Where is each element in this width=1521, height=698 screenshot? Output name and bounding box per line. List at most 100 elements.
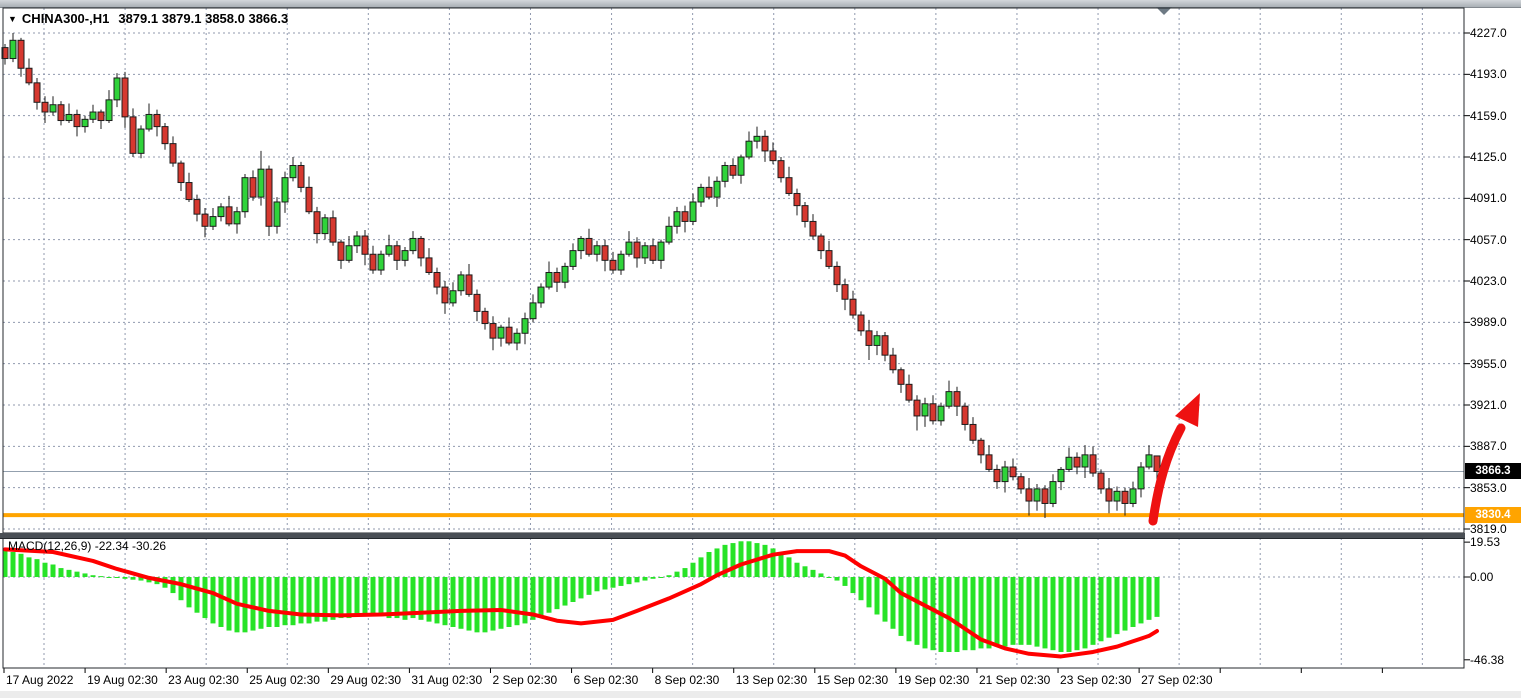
candle-body xyxy=(786,178,792,194)
candle-body xyxy=(738,157,744,175)
macd-bar xyxy=(179,577,184,600)
candle-body xyxy=(434,272,440,287)
candle-body xyxy=(922,404,928,416)
macd-bar xyxy=(75,572,80,577)
candle-body xyxy=(90,112,96,119)
macd-bar xyxy=(651,577,656,579)
candle-body xyxy=(314,212,320,234)
candle-body xyxy=(986,455,992,470)
candle-body xyxy=(186,183,192,200)
macd-bar xyxy=(51,565,56,577)
candle-body xyxy=(482,311,488,323)
macd-axis-label: 19.53 xyxy=(1470,535,1500,549)
candle-body xyxy=(522,319,528,334)
candle-body xyxy=(10,40,16,58)
candle-body xyxy=(130,117,136,153)
candle-body xyxy=(626,242,632,254)
macd-bar xyxy=(731,543,736,577)
macd-bar xyxy=(435,577,440,623)
candle-body xyxy=(698,187,704,202)
candle-body xyxy=(474,294,480,311)
macd-bar xyxy=(1147,577,1152,620)
candle-body xyxy=(610,260,616,270)
macd-bar xyxy=(115,577,120,578)
candle-body xyxy=(1050,482,1056,504)
candle-body xyxy=(586,238,592,254)
price-axis-label: 3853.0 xyxy=(1470,481,1507,495)
price-axis-label: 4159.0 xyxy=(1470,109,1507,123)
candle-body xyxy=(746,141,752,157)
macd-bar xyxy=(1043,577,1048,648)
symbol-period-label: CHINA300-,H1 xyxy=(22,11,109,26)
candle-body xyxy=(1098,473,1104,489)
candle-body xyxy=(1154,456,1160,472)
candle-body xyxy=(770,151,776,161)
candle-body xyxy=(1090,455,1096,473)
candle-body xyxy=(66,114,72,120)
panel-splitter[interactable] xyxy=(0,533,1465,539)
macd-bar xyxy=(99,576,104,577)
support-line-price-badge: 3830.4 xyxy=(1465,507,1521,523)
candle-body xyxy=(1114,491,1120,501)
candle-body xyxy=(562,266,568,282)
candle-body xyxy=(906,384,912,400)
candle-body xyxy=(858,315,864,331)
candle-body xyxy=(722,166,728,182)
time-axis-label: 29 Aug 02:30 xyxy=(330,673,401,687)
candle-body xyxy=(266,169,272,226)
macd-bar xyxy=(379,577,384,616)
macd-bar xyxy=(1123,577,1128,631)
time-axis-label: 23 Aug 02:30 xyxy=(168,673,239,687)
candle-body xyxy=(346,246,352,261)
macd-bar xyxy=(67,570,72,577)
macd-bar xyxy=(35,559,40,577)
candle-body xyxy=(98,112,104,121)
ohlc-values-label: 3879.1 3879.1 3858.0 3866.3 xyxy=(118,11,288,26)
candle-body xyxy=(882,336,888,355)
macd-bar xyxy=(59,568,64,577)
macd-bar xyxy=(507,577,512,627)
macd-bar xyxy=(987,577,992,648)
macd-bar xyxy=(275,577,280,627)
macd-bar xyxy=(203,577,208,618)
macd-bar xyxy=(643,577,648,581)
candle-body xyxy=(554,272,560,282)
macd-bar xyxy=(187,577,192,607)
candle-body xyxy=(602,246,608,261)
chart-canvas[interactable] xyxy=(0,0,1521,698)
macd-bar xyxy=(483,577,488,632)
macd-bar xyxy=(635,577,640,582)
price-axis-label: 4057.0 xyxy=(1470,233,1507,247)
macd-bar xyxy=(659,577,664,578)
price-axis-label: 4125.0 xyxy=(1470,150,1507,164)
candle-body xyxy=(226,207,232,224)
candle-body xyxy=(42,102,48,112)
candle-body xyxy=(34,83,40,102)
candle-body xyxy=(26,68,32,83)
macd-bar xyxy=(739,541,744,577)
candle-body xyxy=(1034,489,1040,501)
macd-bar xyxy=(1131,577,1136,627)
price-axis-label: 4193.0 xyxy=(1470,67,1507,81)
candle-body xyxy=(1146,455,1152,467)
price-axis-label: 3955.0 xyxy=(1470,357,1507,371)
macd-bar xyxy=(667,575,672,577)
macd-bar xyxy=(1139,577,1144,623)
candle-body xyxy=(338,242,344,260)
candle-body xyxy=(810,221,816,236)
macd-bar xyxy=(131,577,136,580)
symbol-dropdown-icon[interactable]: ▼ xyxy=(8,14,17,24)
candle-body xyxy=(962,406,968,424)
macd-bar xyxy=(1035,577,1040,647)
candle-body xyxy=(1074,457,1080,467)
candle-body xyxy=(778,161,784,178)
time-axis-label: 25 Aug 02:30 xyxy=(249,673,320,687)
macd-bar xyxy=(1067,577,1072,652)
macd-bar xyxy=(947,577,952,652)
candle-body xyxy=(258,169,264,197)
macd-bar xyxy=(1027,577,1032,645)
candle-body xyxy=(298,166,304,188)
price-axis-label: 3989.0 xyxy=(1470,315,1507,329)
macd-bar xyxy=(579,577,584,598)
macd-bar xyxy=(915,577,920,645)
